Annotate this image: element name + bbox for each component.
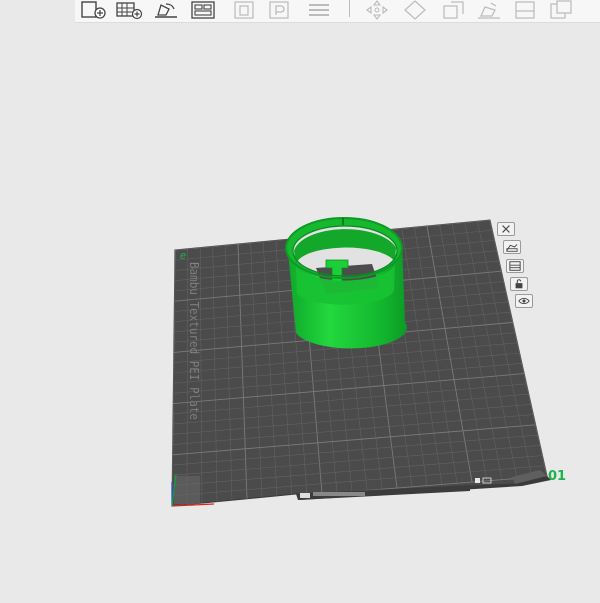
support-paint-icon[interactable] [547,0,575,20]
plate-settings-icon[interactable] [506,259,524,273]
scale-icon[interactable] [439,0,467,20]
layers-icon[interactable] [305,0,333,20]
rotate-icon[interactable] [401,0,429,20]
3d-viewport[interactable]: Bambu Textured PEI Plate 01 e [0,22,600,603]
origin-corner [174,476,200,504]
arrange-icon[interactable] [189,0,217,20]
eye-icon[interactable] [515,294,533,308]
split-parts-icon[interactable] [265,0,293,20]
move-icon[interactable] [363,0,391,20]
bed-logo-icon [300,493,310,498]
bed-label-text [313,492,365,496]
bed-qr-mark [475,478,480,483]
lock-icon[interactable] [510,277,528,291]
lay-on-face-icon[interactable] [475,0,503,20]
model-cylinder[interactable] [285,217,407,349]
plate-number[interactable]: 01 [548,469,566,484]
bed-label: Bambu Textured PEI Plate [187,262,201,420]
plate-corner-mark: e [180,250,187,262]
arrange-plate-icon[interactable] [503,240,521,254]
cut-icon[interactable] [511,0,539,20]
split-objects-icon[interactable] [230,0,258,20]
auto-orient-icon[interactable] [152,0,180,20]
add-plate-icon[interactable] [115,0,143,20]
add-object-icon[interactable] [79,0,107,20]
main-toolbar [75,0,600,23]
close-icon[interactable] [497,222,515,236]
toolbar-divider [349,0,350,17]
